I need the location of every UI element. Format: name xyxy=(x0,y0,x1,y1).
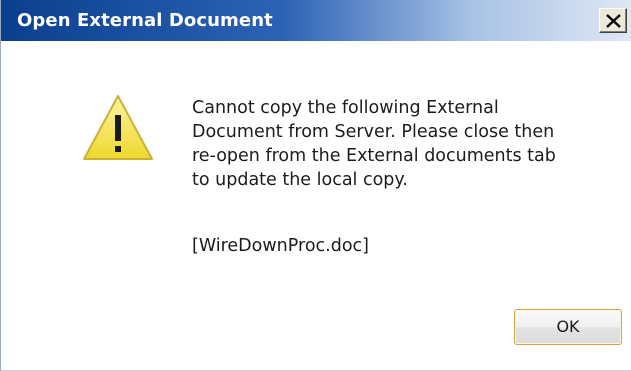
message-line: re-open from the External documents tab xyxy=(192,146,556,166)
message-text: Cannot copy the following External Docum… xyxy=(192,96,612,192)
dialog-title: Open External Document xyxy=(17,10,273,31)
message-line: Document from Server. Please close then xyxy=(192,122,555,142)
title-bar: Open External Document xyxy=(1,0,631,41)
message-line: Cannot copy the following External xyxy=(192,98,499,118)
warning-icon xyxy=(83,95,153,160)
document-filename: [WireDownProc.doc] xyxy=(192,236,369,256)
close-button[interactable] xyxy=(599,8,627,33)
message-dialog: Open External Document Cannot copy the f… xyxy=(0,0,631,371)
message-line: to update the local copy. xyxy=(192,170,408,190)
close-icon xyxy=(606,14,621,28)
ok-button[interactable]: OK xyxy=(514,309,622,345)
